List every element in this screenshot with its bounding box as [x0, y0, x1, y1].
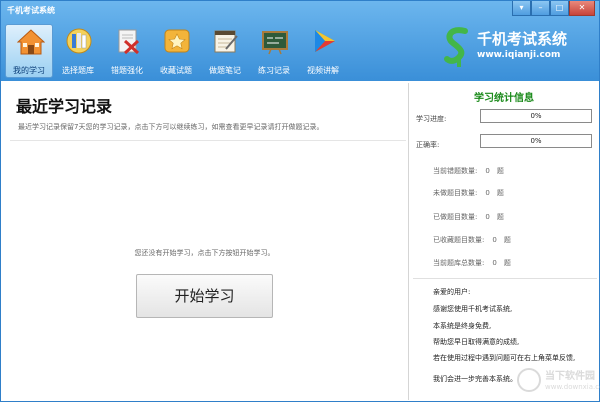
error-book-icon — [118, 29, 140, 55]
accuracy-value: 0% — [530, 137, 542, 145]
stat-wrong-count: 当前错题数量: 0 题 — [433, 167, 504, 175]
progress-value: 0% — [530, 112, 542, 120]
toolbar-item-label: 视频讲解 — [307, 66, 339, 75]
toolbar-item-label: 做题笔记 — [209, 66, 241, 75]
toolbar-item-label: 收藏试题 — [160, 66, 192, 75]
toolbar-item-favorites[interactable]: 收藏试题 — [152, 24, 200, 78]
notebook-icon — [214, 30, 238, 53]
toolbar-item-label: 选择题库 — [62, 66, 94, 75]
toolbar-item-label: 我的学习 — [13, 66, 45, 75]
stats-panel: 学习统计信息 学习进度: 0% 正确率: 0% 当前错题数量: 0 题 未做题目数量… — [408, 83, 600, 400]
logo-mark-icon — [444, 27, 468, 67]
stat-undone-count: 未做题目数量: 0 题 — [433, 189, 504, 197]
logo-url: www.iqianji.com — [477, 50, 561, 60]
message-line: 帮助您早日取得满意的成绩, — [433, 338, 520, 346]
book-stack-icon — [66, 28, 92, 54]
toolbar-item-wrong-questions[interactable]: 错题强化 — [103, 24, 151, 78]
message-line: 感谢您使用千机考试系统, — [433, 305, 513, 313]
start-study-button[interactable]: 开始学习 — [136, 274, 273, 318]
app-window: 千机考试系统 ▾ – □ ✕ 我的学习 选择题库 错题强化 收藏试题 做题笔记 … — [0, 0, 600, 402]
progress-bar: 0% — [480, 109, 592, 123]
play-icon — [315, 30, 335, 52]
menu-button[interactable]: ▾ — [512, 1, 531, 16]
window-title: 千机考试系统 — [7, 6, 55, 15]
toolbar-item-notes[interactable]: 做题笔记 — [201, 24, 249, 78]
divider — [10, 140, 406, 141]
blackboard-icon — [262, 31, 288, 55]
logo-name: 千机考试系统 — [477, 30, 568, 48]
toolbar-item-label: 练习记录 — [258, 66, 290, 75]
stat-favorite-count: 已收藏题目数量: 0 题 — [433, 236, 511, 244]
page-title: 最近学习记录 — [16, 97, 113, 116]
message-line: 若在使用过程中遇到问题可在右上角菜单反馈, — [433, 354, 576, 362]
main-toolbar: 我的学习 选择题库 错题强化 收藏试题 做题笔记 练习记录 视频讲解 — [5, 24, 348, 78]
message-line: 本系统是终身免费, — [433, 322, 492, 330]
toolbar-item-my-study[interactable]: 我的学习 — [5, 24, 53, 78]
stats-title: 学习统计信息 — [474, 93, 534, 104]
header-bar: 千机考试系统 ▾ – □ ✕ 我的学习 选择题库 错题强化 收藏试题 做题笔记 … — [1, 1, 599, 81]
main-panel: 最近学习记录 最近学习记录保留7天您的学习记录，点击下方可以继续练习，如需查看更… — [2, 83, 407, 400]
watermark-name: 当下软件园 — [545, 371, 595, 382]
accuracy-label: 正确率: — [416, 141, 440, 149]
window-controls: ▾ – □ ✕ — [512, 1, 595, 16]
minimize-button[interactable]: – — [531, 1, 550, 16]
toolbar-item-question-bank[interactable]: 选择题库 — [54, 24, 102, 78]
message-line: 亲爱的用户: — [433, 288, 471, 296]
divider — [413, 278, 597, 279]
watermark-logo-icon — [517, 368, 541, 392]
maximize-button[interactable]: □ — [550, 1, 569, 16]
watermark-url: www.downxia.com — [545, 383, 600, 391]
close-button[interactable]: ✕ — [569, 1, 595, 16]
watermark: 当下软件园 www.downxia.com — [517, 366, 600, 396]
toolbar-item-label: 错题强化 — [111, 66, 143, 75]
star-folder-icon — [164, 29, 190, 53]
toolbar-item-video[interactable]: 视频讲解 — [299, 24, 347, 78]
stat-done-count: 已做题目数量: 0 题 — [433, 213, 504, 221]
accuracy-bar: 0% — [480, 134, 592, 148]
page-subtitle: 最近学习记录保留7天您的学习记录，点击下方可以继续练习，如需查看更早记录请打开做… — [18, 123, 324, 131]
brand-logo: 千机考试系统 www.iqianji.com — [441, 25, 591, 69]
toolbar-item-practice-record[interactable]: 练习记录 — [250, 24, 298, 78]
stat-total-count: 当前题库总数量: 0 题 — [433, 259, 511, 267]
empty-state-hint: 您还没有开始学习，点击下方按钮开始学习。 — [134, 249, 275, 257]
progress-label: 学习进度: — [416, 115, 447, 123]
home-icon — [17, 29, 45, 55]
